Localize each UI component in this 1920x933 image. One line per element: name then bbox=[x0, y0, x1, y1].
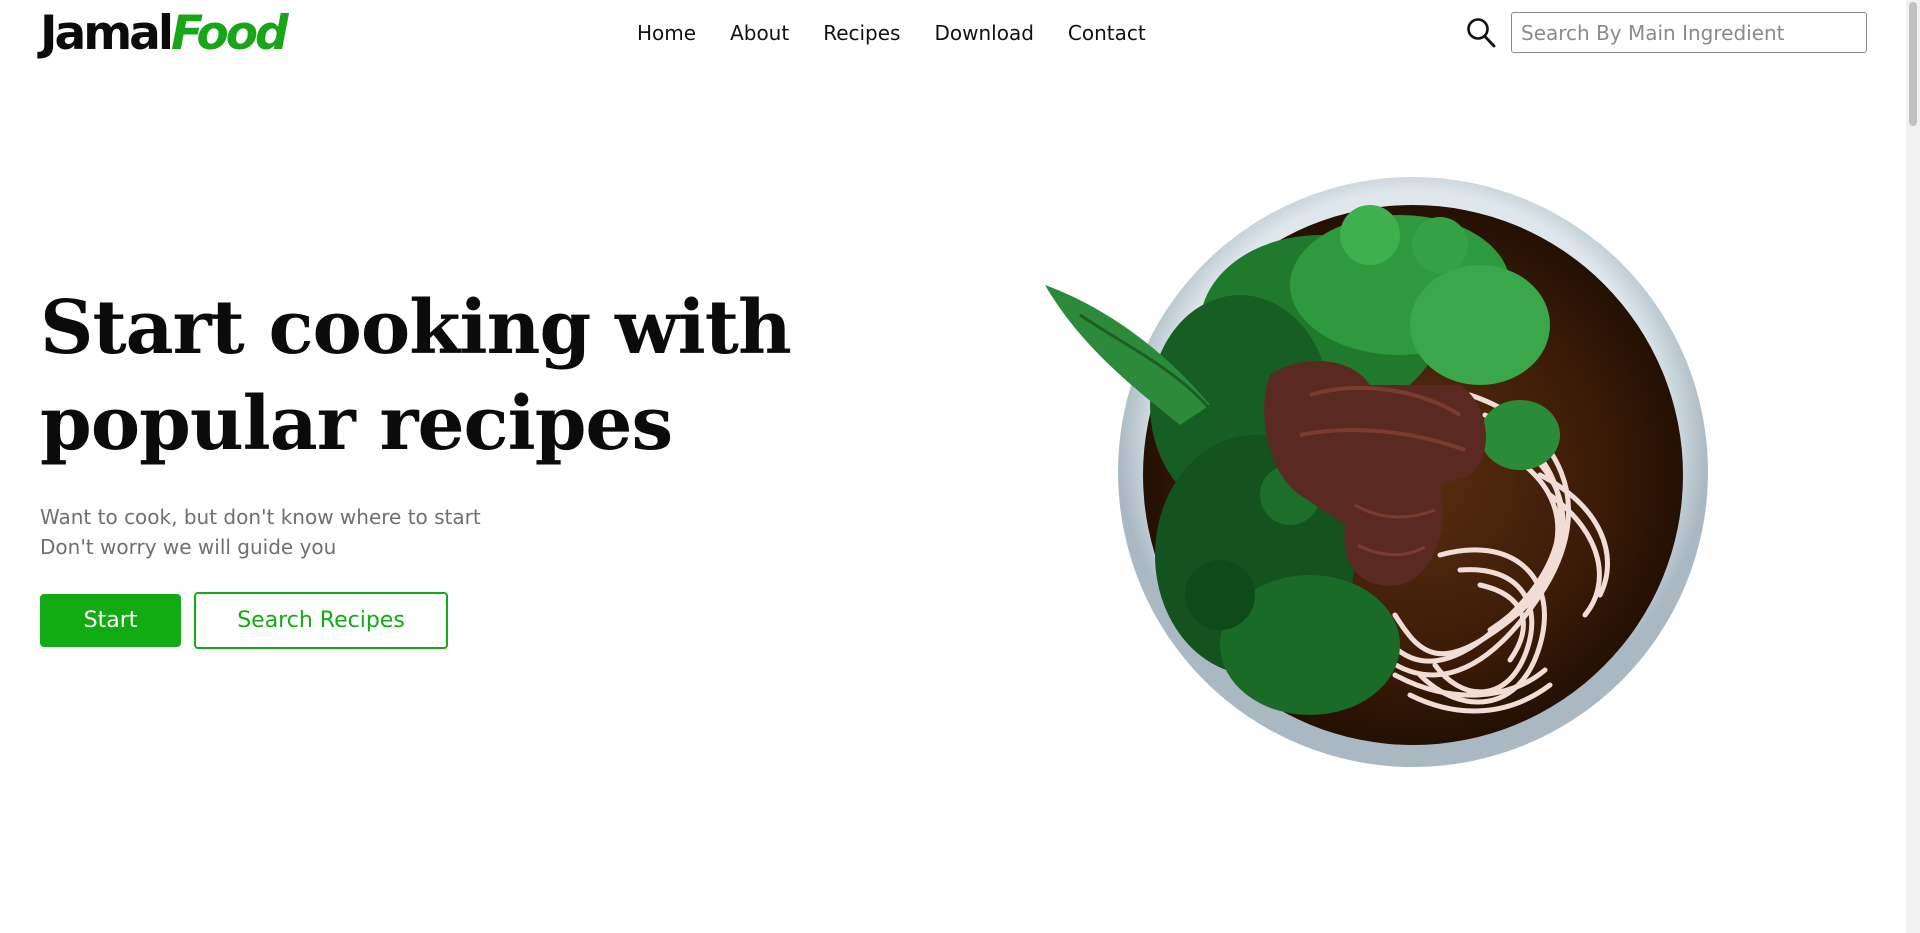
nav-link-download[interactable]: Download bbox=[917, 18, 1050, 48]
hero-subtitle-line2: Don't worry we will guide you bbox=[40, 535, 337, 559]
hero-title-line2: popular recipes bbox=[40, 381, 673, 467]
brand-name-part1: Jamal bbox=[40, 6, 174, 61]
page-scrollbar[interactable] bbox=[1906, 0, 1920, 933]
brand-name-part2: Food bbox=[171, 6, 289, 61]
main-nav: Home About Recipes Download Contact bbox=[620, 18, 1163, 48]
hero-subtitle-line1: Want to cook, but don't know where to st… bbox=[40, 505, 481, 529]
search-input[interactable] bbox=[1511, 12, 1867, 53]
search-recipes-button[interactable]: Search Recipes bbox=[194, 592, 448, 649]
search-icon[interactable] bbox=[1466, 17, 1496, 49]
start-button[interactable]: Start bbox=[40, 594, 181, 647]
hero-title-line1: Start cooking with bbox=[40, 285, 792, 371]
hero-title: Start cooking with popular recipes bbox=[40, 280, 800, 472]
nav-link-recipes[interactable]: Recipes bbox=[806, 18, 917, 48]
nav-link-home[interactable]: Home bbox=[620, 18, 713, 48]
brand-logo[interactable]: JamalFood bbox=[40, 4, 289, 64]
page: JamalFood Home About Recipes Download Co… bbox=[0, 0, 1920, 933]
nav-link-about[interactable]: About bbox=[713, 18, 806, 48]
hero-subtitle: Want to cook, but don't know where to st… bbox=[40, 502, 481, 562]
scrollbar-thumb[interactable] bbox=[1909, 2, 1917, 126]
nav-link-contact[interactable]: Contact bbox=[1051, 18, 1163, 48]
noodle-soup-image bbox=[1045, 177, 1708, 767]
